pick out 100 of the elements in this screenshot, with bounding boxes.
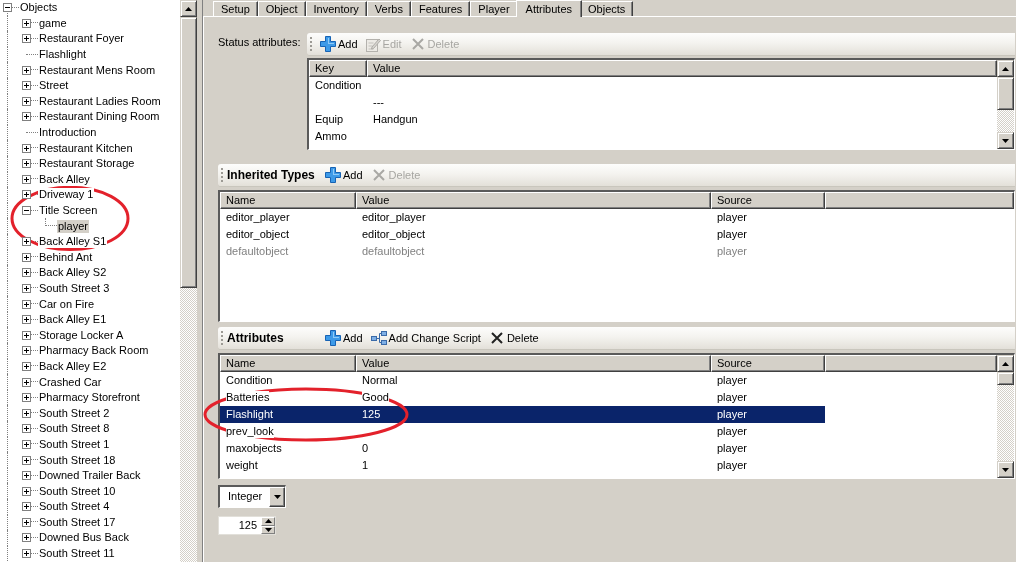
tab[interactable]: Objects [580,1,634,16]
tree-item[interactable]: Restaurant Ladies Room [38,94,162,108]
add-button[interactable]: Add [316,33,362,55]
grip-icon[interactable] [310,37,313,51]
plus-box-icon[interactable] [22,393,31,403]
scrollbar-thumb[interactable] [997,77,1014,110]
scroll-down-button[interactable] [997,132,1014,149]
column-header[interactable]: Name [220,192,356,209]
plus-box-icon[interactable] [22,408,31,418]
tree-item[interactable]: Restaurant Storage [38,157,136,171]
tree-item[interactable]: Restaurant Foyer [38,32,125,46]
tree-item[interactable]: Restaurant Mens Room [38,63,157,77]
plus-box-icon[interactable] [22,159,31,169]
minus-box-icon[interactable] [22,206,31,215]
plus-box-icon[interactable] [22,112,31,122]
tree-item[interactable]: player [57,219,89,233]
plus-box-icon[interactable] [22,517,31,527]
tab[interactable]: Player [470,1,518,16]
grip-icon[interactable] [221,331,224,345]
tab[interactable]: Inventory [305,1,367,16]
plus-box-icon[interactable] [22,549,31,559]
plus-box-icon[interactable] [22,533,31,543]
plus-box-icon[interactable] [22,299,31,309]
tree-item[interactable]: Restaurant Dining Room [38,110,161,124]
plus-box-icon[interactable] [22,502,31,512]
scroll-down-button[interactable] [997,461,1014,478]
plus-box-icon[interactable] [22,190,31,200]
plus-box-icon[interactable] [22,65,31,75]
column-header[interactable]: Key [309,60,367,77]
plus-box-icon[interactable] [22,315,31,325]
plus-box-icon[interactable] [22,18,31,28]
tab[interactable]: Attributes [515,0,582,17]
plus-box-icon[interactable] [22,439,31,449]
tab[interactable]: Setup [213,1,258,16]
tree-item[interactable]: Back Alley E1 [38,313,108,327]
column-header[interactable]: Value [356,355,711,372]
tree-item[interactable]: Driveway 1 [38,188,95,202]
plus-box-icon[interactable] [22,237,31,247]
column-header[interactable] [825,355,997,372]
tree-item[interactable]: Back Alley S1 [38,235,108,249]
tree-item[interactable]: South Street 17 [38,515,117,529]
tree-item[interactable]: Objects [19,1,59,15]
tree-item[interactable]: Storage Locker A [38,328,125,342]
scroll-up-button[interactable] [180,0,197,17]
plus-box-icon[interactable] [22,361,31,371]
add-button[interactable]: Add [321,164,367,186]
tab[interactable]: Features [410,1,471,16]
plus-box-icon[interactable] [22,486,31,496]
tree-item[interactable]: Pharmacy Storefront [38,391,141,405]
plus-box-icon[interactable] [22,143,31,153]
tree-item[interactable]: South Street 1 [38,437,111,451]
tree-item[interactable]: Restaurant Kitchen [38,141,134,155]
value-text: 1 [362,459,369,472]
add-change-script-button[interactable]: Add Change Script [366,327,485,349]
scrollbar-thumb[interactable] [180,17,197,288]
column-header[interactable]: Source [711,355,825,372]
plus-box-icon[interactable] [22,34,31,44]
grip-icon[interactable] [221,168,224,182]
source-text: player [717,245,747,258]
type-dropdown[interactable]: Integer [218,485,286,508]
plus-box-icon[interactable] [22,424,31,434]
plus-box-icon[interactable] [22,268,31,278]
tree-item[interactable]: South Street 2 [38,406,111,420]
source-text: player [717,408,747,421]
plus-box-icon[interactable] [22,81,31,91]
column-header[interactable]: Source [711,192,825,209]
column-header[interactable] [825,192,1014,209]
tree-item[interactable]: Back Alley [38,172,91,186]
number-spinner[interactable]: 125 [218,516,276,535]
tree-item[interactable]: South Street 3 [38,282,111,295]
minus-box-icon[interactable] [3,3,12,13]
plus-box-icon[interactable] [22,455,31,465]
column-header[interactable]: Name [220,355,356,372]
tree-item[interactable]: Crashed Car [38,375,103,389]
scrollbar-thumb[interactable] [997,372,1014,385]
plus-box-icon[interactable] [22,377,31,387]
plus-box-icon[interactable] [22,346,31,356]
tree-item[interactable]: Title Screen [38,204,99,217]
plus-box-icon[interactable] [22,284,31,293]
plus-box-icon[interactable] [22,471,31,481]
tree-item[interactable]: South Street 10 [38,484,117,498]
scroll-up-button[interactable] [997,355,1014,372]
column-header[interactable]: Value [356,192,711,209]
tab[interactable]: Object [257,1,306,16]
tab[interactable]: Verbs [366,1,411,16]
scroll-up-button[interactable] [997,60,1014,77]
tree-item[interactable]: Pharmacy Back Room [38,344,150,358]
tree-item[interactable]: South Street 18 [38,453,117,467]
tree-item[interactable]: Back Alley E2 [38,359,108,373]
tree-item[interactable]: Car on Fire [38,297,96,311]
column-header[interactable]: Value [367,60,997,77]
tree-item[interactable]: Behind Ant [38,250,94,264]
plus-box-icon[interactable] [22,252,31,262]
add-button[interactable]: Add [321,327,367,349]
plus-box-icon[interactable] [22,330,31,340]
delete-button[interactable]: Delete [484,327,543,349]
plus-box-icon[interactable] [22,174,31,184]
plus-box-icon[interactable] [22,96,31,106]
tree-item[interactable]: Back Alley S2 [38,266,108,280]
tree-item[interactable]: Flashlight [38,48,88,62]
